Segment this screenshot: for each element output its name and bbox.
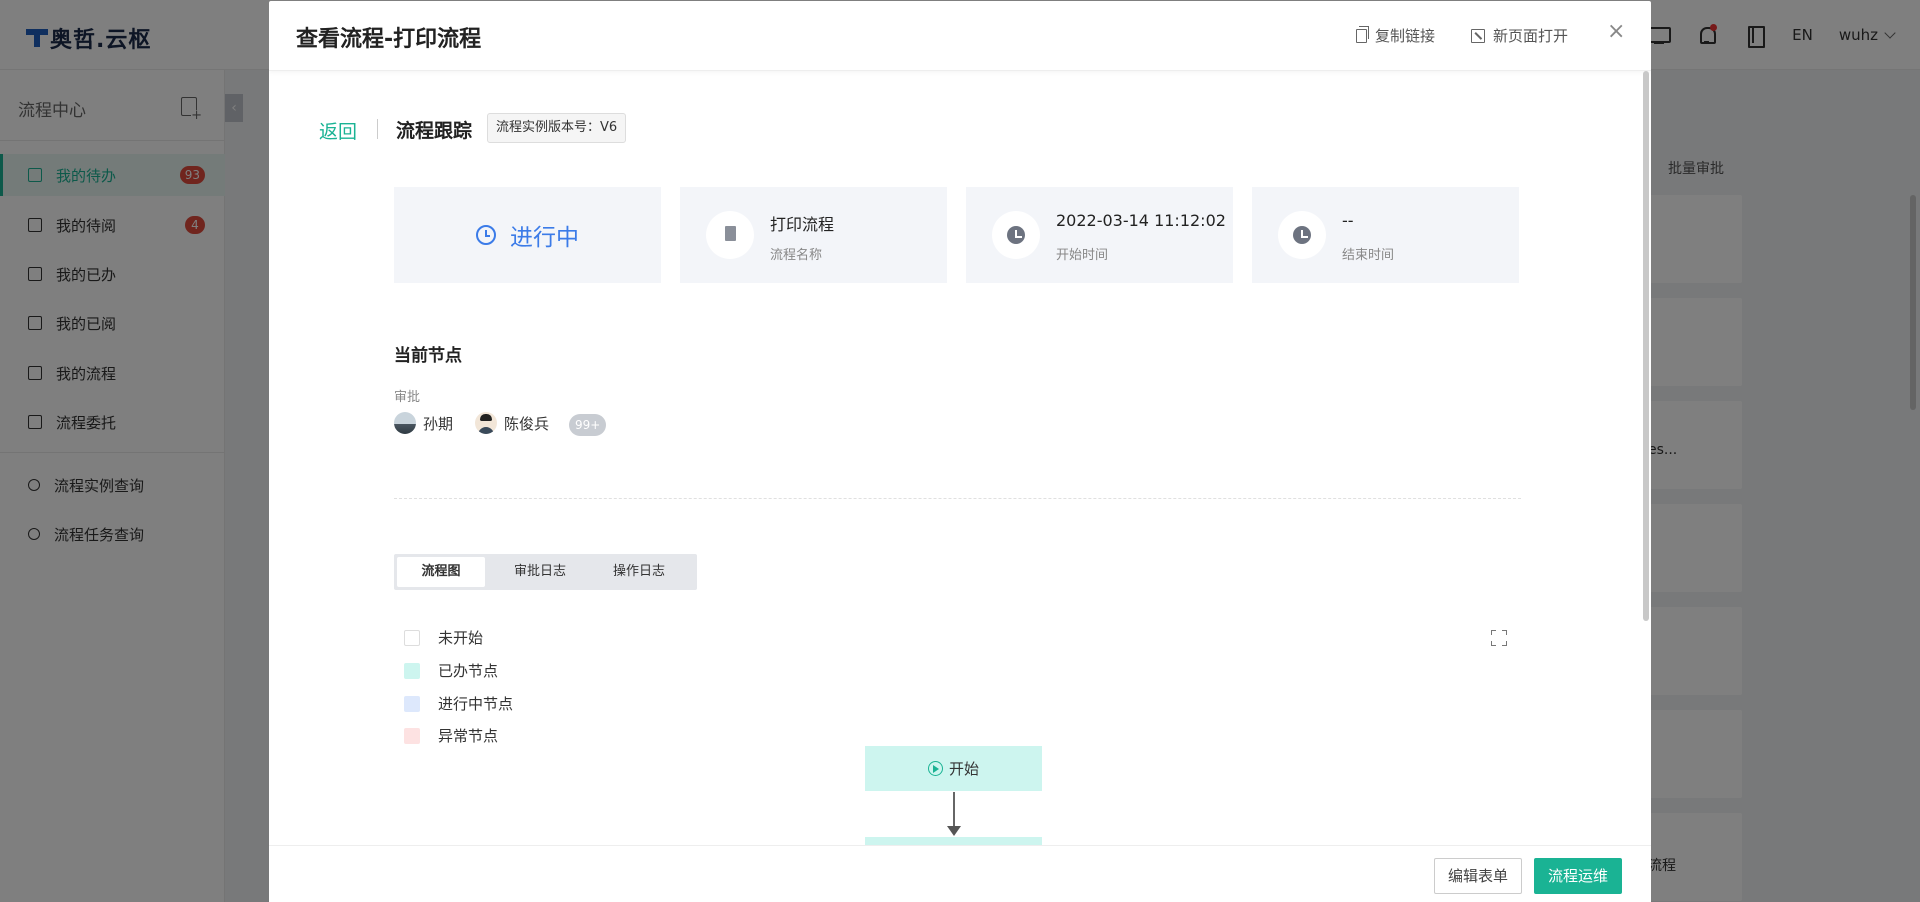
corner — [1502, 630, 1507, 635]
end-time-card: -- 结束时间 — [1252, 187, 1519, 283]
corner — [1491, 630, 1496, 635]
arrow-down-icon — [947, 826, 961, 836]
legend-swatch — [404, 629, 420, 646]
end-time-label: 结束时间 — [1342, 248, 1395, 263]
legend-label: 异常节点 — [438, 727, 499, 745]
flow-connector — [953, 792, 955, 829]
clock-icon — [476, 225, 496, 245]
edit-form-button[interactable]: 编辑表单 — [1434, 858, 1523, 894]
tab-approval-log[interactable]: 审批日志 — [496, 557, 584, 587]
version-tag: 流程实例版本号：V6 — [487, 113, 627, 143]
copy-link-label: 复制链接 — [1375, 27, 1436, 45]
legend-swatch — [404, 695, 420, 712]
close-icon[interactable]: × — [1607, 21, 1625, 43]
open-new-page-button[interactable]: 新页面打开 — [1471, 25, 1568, 46]
current-node-title: 当前节点 — [394, 346, 462, 366]
tab-flowchart[interactable]: 流程图 — [397, 557, 485, 587]
copy-link-button[interactable]: 复制链接 — [1356, 25, 1435, 46]
avatar — [394, 412, 416, 434]
start-time-value: 2022-03-14 11:12:02 — [1056, 211, 1226, 230]
copy-icon — [1356, 25, 1369, 43]
icon-circle — [1278, 211, 1326, 259]
page-subtitle: 流程跟踪 — [396, 120, 473, 142]
divider — [394, 498, 1521, 499]
modal-title: 查看流程-打印流程 — [296, 27, 482, 52]
start-time-label: 开始时间 — [1056, 248, 1109, 263]
legend-not-started: 未开始 — [404, 627, 483, 648]
tab-bar: 流程图 审批日志 操作日志 — [394, 554, 697, 590]
clock-icon — [1007, 226, 1025, 244]
play-icon — [927, 761, 943, 776]
flow-start-node[interactable]: 开始 — [865, 746, 1042, 791]
flow-node-label: 开始 — [948, 760, 979, 778]
scrollbar[interactable] — [1643, 71, 1649, 621]
icon-circle — [992, 211, 1040, 259]
process-modal: 查看流程-打印流程 复制链接 新页面打开 × 返回 流程跟踪 流程实例版本号：V… — [269, 1, 1651, 902]
start-time-card: 2022-03-14 11:12:02 开始时间 — [966, 187, 1233, 283]
node-type-label: 审批 — [394, 390, 421, 405]
approver[interactable]: 陈俊兵 — [475, 412, 549, 434]
more-approvers-badge[interactable]: 99+ — [569, 414, 607, 436]
modal-footer: 编辑表单 流程运维 — [269, 845, 1651, 902]
approver[interactable]: 孙期 — [394, 412, 453, 434]
legend-swatch — [404, 662, 420, 679]
tab-operation-log[interactable]: 操作日志 — [595, 557, 683, 587]
icon-circle — [706, 211, 754, 259]
document-icon — [725, 226, 736, 241]
clock-icon — [1293, 226, 1311, 244]
legend-label: 已办节点 — [438, 662, 499, 680]
legend-swatch — [404, 727, 420, 744]
external-link-icon — [1471, 28, 1485, 43]
process-name-label: 流程名称 — [770, 248, 823, 263]
status-text: 进行中 — [510, 225, 579, 251]
legend-in-progress: 进行中节点 — [404, 693, 513, 714]
legend-done: 已办节点 — [404, 660, 498, 681]
divider — [377, 119, 378, 139]
legend-label: 进行中节点 — [438, 695, 514, 713]
approver-name: 孙期 — [423, 414, 454, 433]
modal-header: 查看流程-打印流程 复制链接 新页面打开 × — [269, 1, 1651, 71]
avatar — [475, 412, 497, 434]
open-new-page-label: 新页面打开 — [1493, 27, 1569, 45]
legend-label: 未开始 — [438, 629, 484, 647]
status-card: 进行中 — [394, 187, 661, 283]
corner — [1491, 641, 1496, 646]
process-name-value: 打印流程 — [770, 215, 835, 234]
fullscreen-icon[interactable] — [1491, 630, 1507, 646]
process-ops-button[interactable]: 流程运维 — [1534, 858, 1623, 894]
approver-name: 陈俊兵 — [504, 414, 550, 433]
legend-error: 异常节点 — [404, 725, 498, 746]
process-name-card: 打印流程 流程名称 — [680, 187, 947, 283]
back-link[interactable]: 返回 — [319, 117, 357, 144]
end-time-value: -- — [1342, 211, 1354, 230]
corner — [1502, 641, 1507, 646]
